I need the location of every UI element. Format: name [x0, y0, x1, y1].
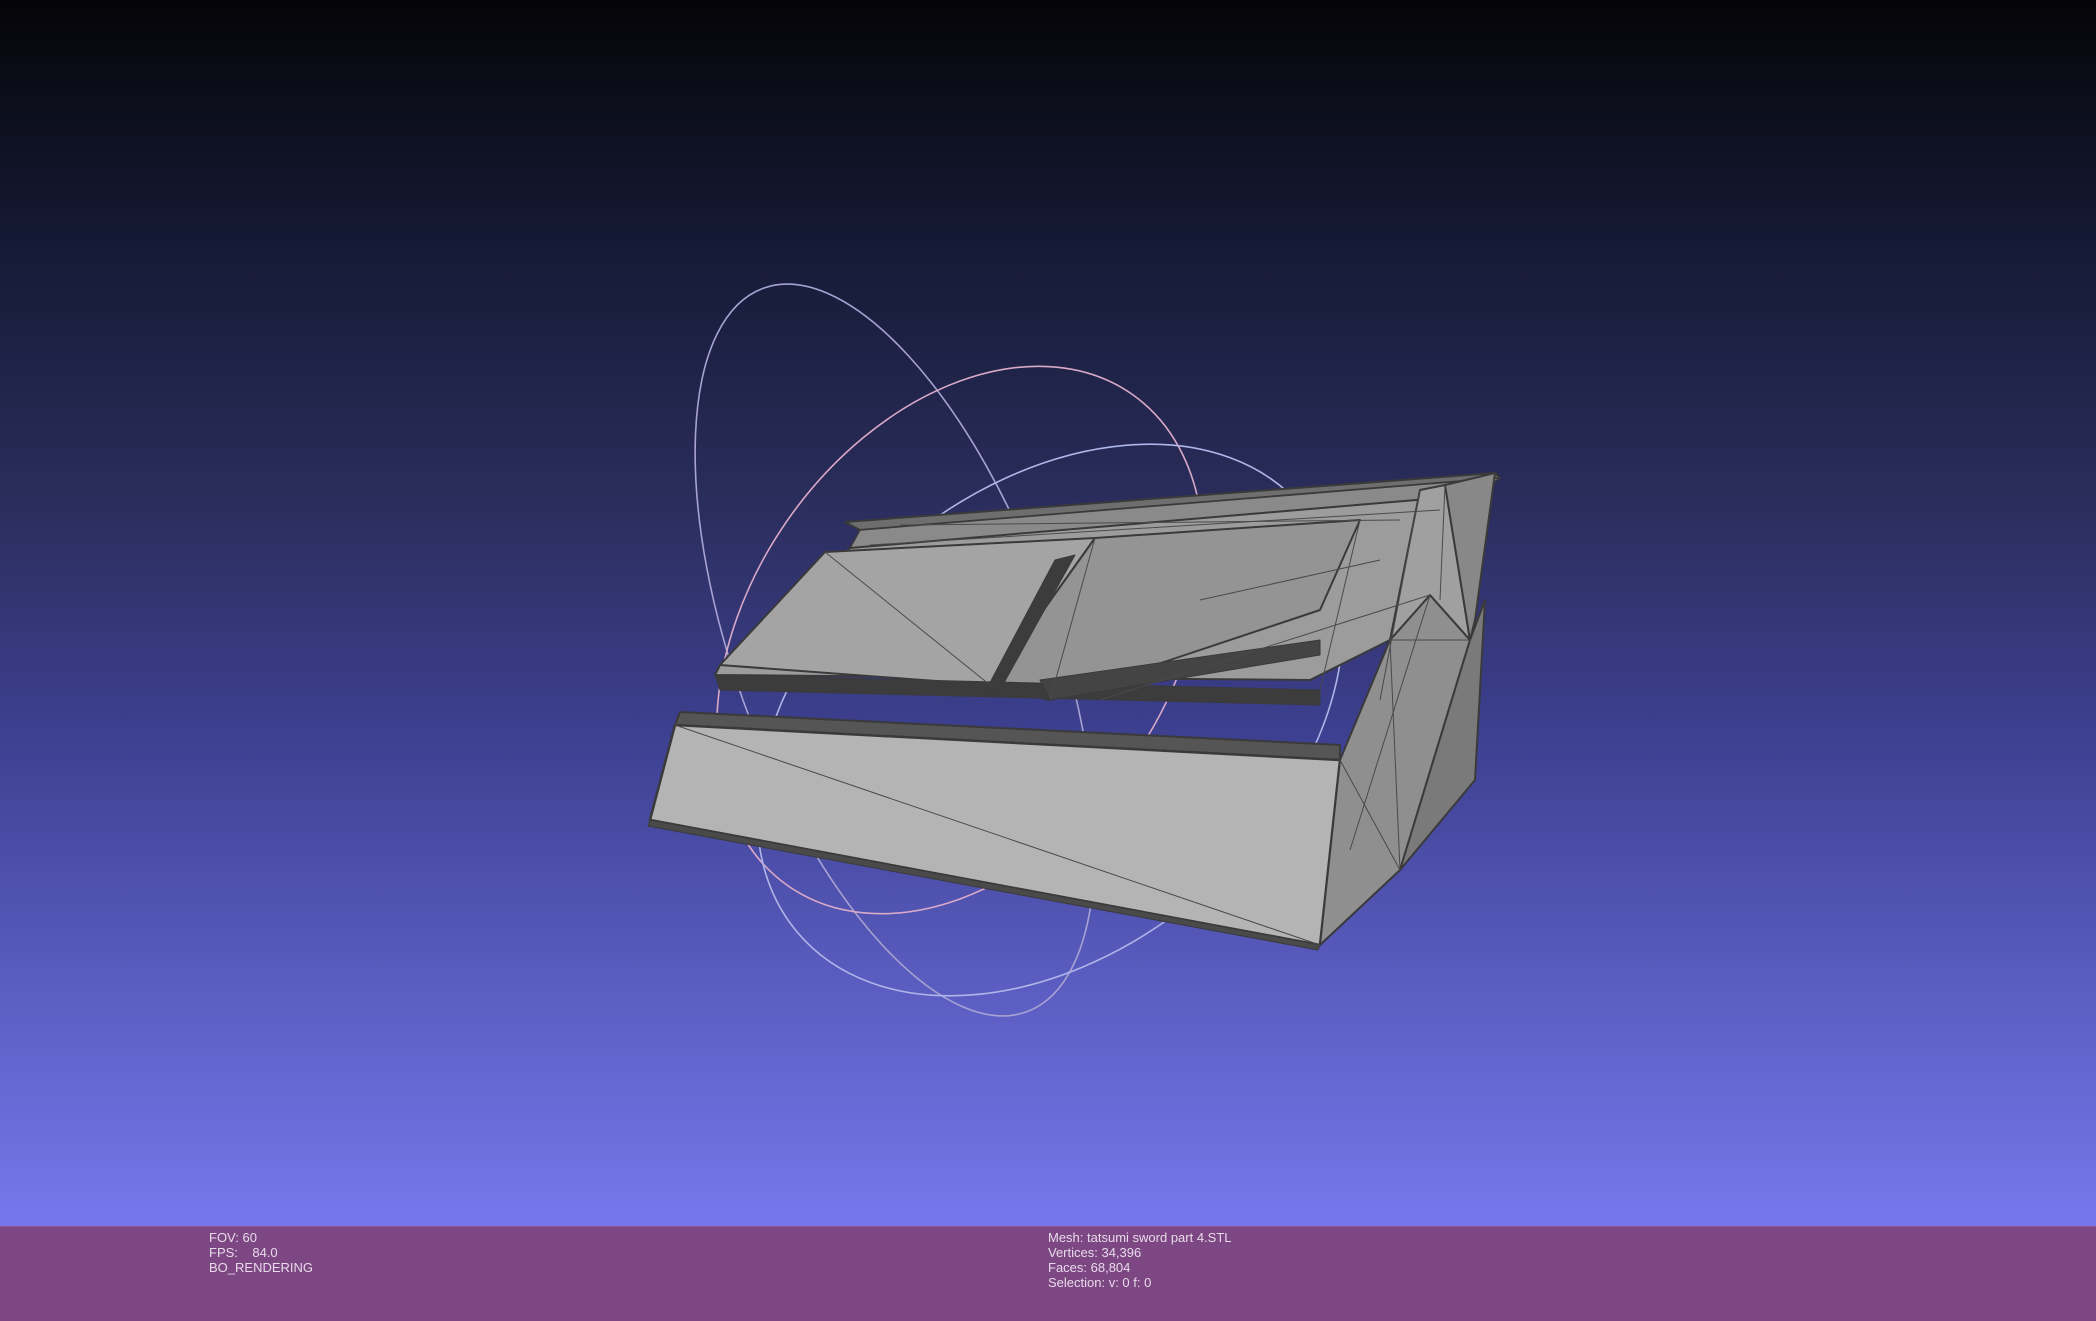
fps-label: FPS: 84.0: [209, 1245, 278, 1260]
scene-canvas[interactable]: [0, 0, 2096, 1226]
fov-label: FOV: 60: [209, 1230, 257, 1245]
render-mode-label: BO_RENDERING: [209, 1260, 314, 1275]
mesh-model[interactable]: [647, 472, 1501, 951]
selection-label: Selection: v: 0 f: 0: [1048, 1275, 1152, 1290]
mesh-face: [648, 723, 1342, 947]
mesh-info: Mesh: tatsumi sword part 4.STL Vertices:…: [1048, 1230, 1232, 1290]
vertices-label: Vertices: 34,396: [1048, 1245, 1142, 1260]
3d-viewport[interactable]: [0, 0, 2096, 1226]
faces-label: Faces: 68,804: [1048, 1260, 1131, 1275]
status-bar: FOV: 60 FPS: 84.0 BO_RENDERING Mesh: tat…: [0, 1226, 2096, 1321]
mesh-name-label: Mesh: tatsumi sword part 4.STL: [1048, 1230, 1232, 1245]
render-info: FOV: 60 FPS: 84.0 BO_RENDERING: [209, 1230, 313, 1275]
